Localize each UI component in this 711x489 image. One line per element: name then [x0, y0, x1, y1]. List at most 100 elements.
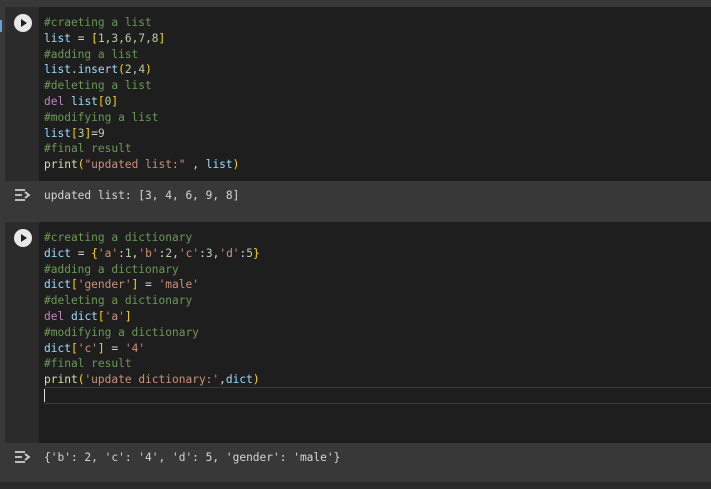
code-token: =: [104, 341, 125, 355]
code-token: [: [70, 278, 78, 292]
code-token: #adding a dictionary: [44, 262, 179, 276]
code-token: 9: [97, 126, 105, 140]
code-token: 'c': [178, 246, 200, 260]
code-line[interactable]: #modifying a list: [44, 110, 239, 126]
code-line[interactable]: #final result: [44, 356, 260, 372]
code-editor[interactable]: #creating a dictionary dict = {'a':1,'b':…: [44, 230, 260, 388]
code-token: 'gender': [77, 278, 132, 292]
code-line[interactable]: list = [1,3,6,7,8]: [44, 31, 239, 47]
output-toggle-icon[interactable]: [14, 188, 32, 202]
code-token: list: [44, 63, 71, 77]
code-token: 1: [124, 246, 132, 260]
code-token: =: [91, 126, 98, 140]
code-token: 'd': [219, 246, 240, 260]
code-line[interactable]: #adding a dictionary: [44, 262, 260, 278]
code-token: }: [253, 246, 260, 260]
code-token: #final result: [44, 142, 132, 156]
code-token: #adding a list: [44, 47, 139, 61]
code-token: list: [44, 126, 71, 140]
code-token: =: [70, 246, 92, 260]
code-token: ): [252, 373, 260, 387]
code-token: [: [91, 31, 98, 45]
code-token: #final result: [44, 357, 132, 371]
code-token: ,: [219, 373, 226, 387]
code-token: [: [97, 94, 105, 108]
code-token: #craeting a list: [44, 16, 152, 29]
code-cell-list[interactable]: #craeting a list list = [1,3,6,7,8] #addin…: [5, 7, 711, 181]
code-token: ]: [97, 341, 105, 355]
code-token: ]: [124, 309, 132, 323]
code-token: ,: [172, 246, 179, 260]
code-token: 2,4: [124, 63, 146, 77]
notebook-page: #craeting a list list = [1,3,6,7,8] #addin…: [0, 0, 711, 489]
code-cell-dictionary[interactable]: #creating a dictionary dict = {'a':1,'b':…: [5, 222, 711, 443]
code-token: dict: [44, 278, 71, 292]
code-token: print: [44, 158, 78, 172]
code-line[interactable]: print('update dictionary:',dict): [44, 372, 260, 388]
text-cursor: [44, 389, 45, 402]
code-line[interactable]: dict = {'a':1,'b':2,'c':3,'d':5}: [44, 246, 260, 262]
code-token: "updated list:": [84, 158, 186, 172]
code-token: #creating a dictionary: [44, 231, 193, 244]
code-token: ]: [158, 31, 166, 45]
code-token: #deleting a dictionary: [44, 294, 193, 308]
code-token: ]: [111, 94, 119, 108]
code-token: {: [91, 246, 98, 260]
output-text: updated list: [3, 4, 6, 9, 8]: [44, 189, 240, 202]
code-line[interactable]: #craeting a list: [44, 15, 239, 31]
code-token: dict: [44, 341, 71, 355]
code-token: #modifying a list: [44, 110, 159, 124]
code-token: 1,3,6,7,8: [97, 31, 159, 45]
code-line[interactable]: #modifying a dictionary: [44, 325, 260, 341]
code-line[interactable]: del list[0]: [44, 94, 239, 110]
current-line-highlight: [44, 387, 711, 404]
output-text: {'b': 2, 'c': '4', 'd': 5, 'gender': 'ma…: [44, 451, 341, 464]
code-token: list: [205, 158, 233, 172]
code-token: [: [70, 126, 78, 140]
code-line[interactable]: dict['c'] = '4': [44, 341, 260, 357]
code-line[interactable]: list.insert(2,4): [44, 62, 239, 78]
bottom-bar: [0, 482, 711, 489]
code-line[interactable]: #final result: [44, 141, 239, 157]
code-line[interactable]: #deleting a list: [44, 78, 239, 94]
code-token: dict: [225, 373, 253, 387]
code-token: 'a': [104, 309, 125, 323]
code-line[interactable]: list[3]=9: [44, 126, 239, 142]
code-token: ): [145, 63, 152, 77]
output-toggle-icon[interactable]: [14, 450, 32, 464]
code-token: :: [118, 246, 125, 260]
code-line[interactable]: print("updated list:" , list): [44, 157, 239, 173]
code-token: ): [232, 158, 240, 172]
code-token: insert: [77, 63, 119, 77]
code-line[interactable]: del dict['a']: [44, 309, 260, 325]
code-token: (: [118, 63, 125, 77]
code-token: [: [70, 341, 78, 355]
cell-gutter: [5, 222, 39, 443]
code-token: del: [44, 94, 65, 108]
output-area-list: updated list: [3, 4, 6, 9, 8]: [5, 181, 711, 220]
code-line[interactable]: #creating a dictionary: [44, 230, 260, 246]
code-line[interactable]: dict['gender'] = 'male': [44, 277, 260, 293]
code-token: 'b': [138, 246, 159, 260]
code-token: 'c': [77, 341, 98, 355]
code-token: 'male': [158, 278, 199, 292]
code-token: list: [70, 94, 98, 108]
code-token: .: [70, 63, 78, 77]
code-editor[interactable]: #craeting a list list = [1,3,6,7,8] #addin…: [44, 15, 239, 173]
code-token: ,: [185, 158, 206, 172]
code-line[interactable]: #adding a list: [44, 47, 239, 63]
code-token: [: [97, 309, 105, 323]
code-token: 'update dictionary:': [84, 373, 220, 387]
code-token: dict: [44, 246, 71, 260]
code-token: print: [44, 373, 78, 387]
code-token: #modifying a dictionary: [44, 325, 199, 339]
play-icon[interactable]: [14, 14, 32, 32]
code-line[interactable]: #deleting a dictionary: [44, 293, 260, 309]
play-icon[interactable]: [14, 229, 32, 247]
code-token: =: [138, 278, 159, 292]
code-token: del: [44, 309, 65, 323]
code-token: 3: [205, 246, 213, 260]
code-token: #deleting a list: [44, 79, 152, 93]
